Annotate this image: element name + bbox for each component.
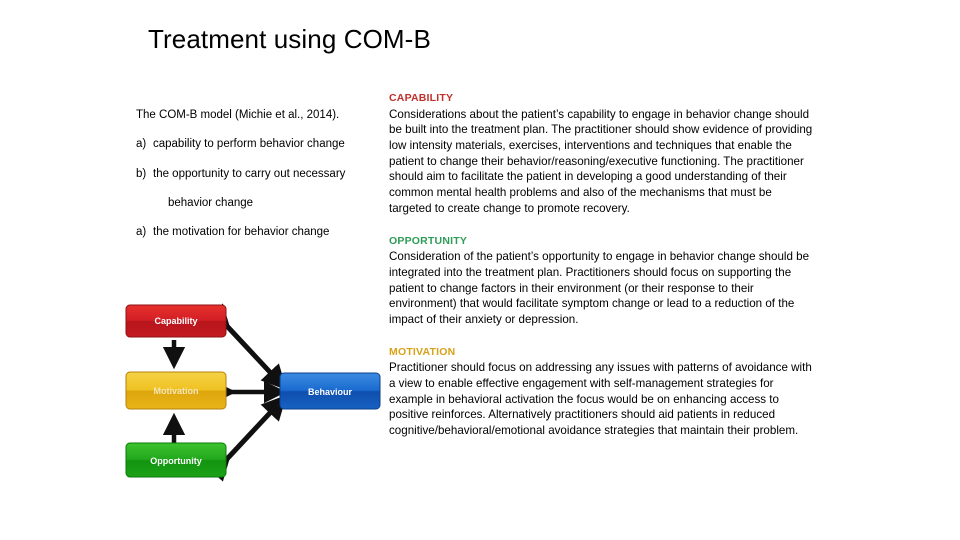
diagram-node-capability-label: Capability bbox=[154, 316, 197, 326]
list-item-marker: a) bbox=[136, 226, 147, 239]
list-item-marker: b) bbox=[136, 167, 147, 180]
section-capability-body: Considerations about the patient’s capab… bbox=[389, 107, 813, 215]
list-item-label: capability to perform behavior change bbox=[153, 138, 345, 151]
section-motivation: MOTIVATION Practitioner should focus on … bbox=[389, 346, 817, 439]
diagram-node-capability: Capability bbox=[125, 304, 227, 338]
diagram-node-motivation-label: Motivation bbox=[154, 386, 199, 396]
com-b-model-diagram: Capability Motivation Opportunity Behavi… bbox=[114, 293, 400, 491]
list-item-label: the motivation for behavior change bbox=[153, 226, 330, 239]
arrow-opportunity-to-behaviour bbox=[204, 394, 287, 482]
diagram-node-behaviour: Behaviour bbox=[279, 372, 381, 410]
section-opportunity-body: Consideration of the patient’s opportuni… bbox=[389, 250, 810, 327]
list-item-label: the opportunity to carry out necessary bbox=[153, 167, 346, 180]
section-motivation-body: Practitioner should focus on addressing … bbox=[389, 361, 812, 438]
section-motivation-heading: MOTIVATION bbox=[389, 345, 456, 358]
right-text-column: CAPABILITY Considerations about the pati… bbox=[389, 92, 817, 451]
list-item: a) the motivation for behavior change bbox=[136, 225, 376, 240]
section-opportunity-heading: OPPORTUNITY bbox=[389, 234, 468, 247]
diagram-node-motivation: Motivation bbox=[125, 371, 227, 410]
list-item-marker: a) bbox=[136, 138, 147, 151]
diagram-node-opportunity: Opportunity bbox=[125, 442, 227, 478]
arrow-capability-to-behaviour bbox=[204, 303, 287, 391]
lead-paragraph: The COM-B model (Michie et al., 2014). bbox=[136, 109, 340, 121]
list-item: b) the opportunity to carry out necessar… bbox=[136, 167, 376, 182]
section-opportunity: OPPORTUNITY Consideration of the patient… bbox=[389, 235, 817, 328]
slide-canvas: Treatment using COM-B The COM-B model (M… bbox=[0, 0, 960, 540]
section-capability-heading: CAPABILITY bbox=[389, 92, 454, 104]
diagram-node-behaviour-label: Behaviour bbox=[308, 387, 353, 397]
section-capability: CAPABILITY Considerations about the pati… bbox=[389, 92, 817, 217]
com-b-diagram-svg: Capability Motivation Opportunity Behavi… bbox=[125, 303, 381, 482]
page-title: Treatment using COM-B bbox=[148, 24, 431, 54]
indented-continuation-line: behavior change bbox=[168, 196, 254, 209]
list-item: a) capability to perform behavior change bbox=[136, 137, 376, 152]
left-text-column: The COM-B model (Michie et al., 2014). a… bbox=[136, 108, 376, 255]
diagram-node-opportunity-label: Opportunity bbox=[150, 456, 202, 466]
